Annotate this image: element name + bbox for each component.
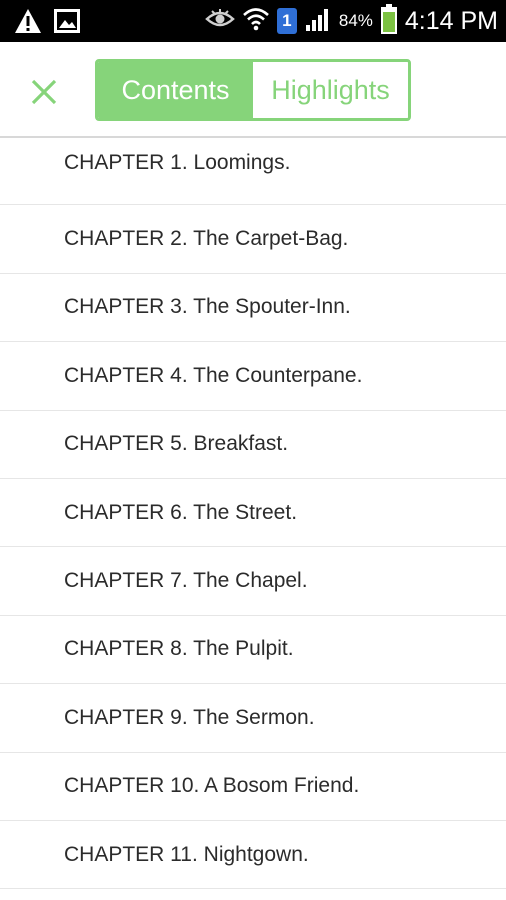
tab-highlights[interactable]: Highlights: [253, 62, 408, 118]
chapter-label: CHAPTER 10. A Bosom Friend.: [64, 774, 360, 798]
chapter-item[interactable]: CHAPTER 1. Loomings.: [0, 137, 506, 206]
chapter-label: CHAPTER 2. The Carpet-Bag.: [64, 227, 349, 251]
toc-header: Contents Highlights: [0, 42, 506, 138]
chapter-label: CHAPTER 7. The Chapel.: [64, 569, 308, 593]
warning-icon: [14, 8, 42, 38]
chapter-label: CHAPTER 11. Nightgown.: [64, 842, 309, 866]
chapter-label: CHAPTER 3. The Spouter-Inn.: [64, 295, 351, 319]
chapter-label: CHAPTER 1. Loomings.: [64, 150, 291, 174]
chapter-item[interactable]: CHAPTER 10. A Bosom Friend.: [0, 753, 506, 821]
eye-icon: [205, 9, 235, 33]
signal-icon: [305, 6, 331, 36]
close-icon: [31, 79, 57, 105]
clock: 4:14 PM: [404, 6, 498, 35]
tab-switcher: Contents Highlights: [95, 59, 411, 121]
chapter-item[interactable]: CHAPTER 6. The Street.: [0, 479, 506, 548]
chapter-item[interactable]: CHAPTER 8. The Pulpit.: [0, 616, 506, 685]
notification-badge: 1: [276, 8, 297, 34]
battery-icon: [380, 4, 397, 38]
chapter-label: CHAPTER 6. The Street.: [64, 500, 298, 524]
chapter-label: CHAPTER 9. The Sermon.: [64, 705, 315, 729]
image-icon: [54, 9, 80, 37]
close-button[interactable]: [24, 72, 64, 112]
chapter-list: CHAPTER 1. Loomings. CHAPTER 2. The Carp…: [0, 137, 506, 890]
chapter-label: CHAPTER 8. The Pulpit.: [64, 637, 294, 661]
chapter-label: CHAPTER 4. The Counterpane.: [64, 363, 363, 387]
status-bar: 1 84% 4:14 PM: [0, 0, 506, 42]
chapter-item[interactable]: CHAPTER 5. Breakfast.: [0, 411, 506, 479]
wifi-icon: [242, 7, 269, 35]
chapter-item[interactable]: CHAPTER 3. The Spouter-Inn.: [0, 274, 506, 343]
chapter-item[interactable]: CHAPTER 7. The Chapel.: [0, 547, 506, 616]
chapter-item[interactable]: CHAPTER 9. The Sermon.: [0, 684, 506, 753]
chapter-item[interactable]: CHAPTER 4. The Counterpane.: [0, 342, 506, 411]
tab-contents[interactable]: Contents: [98, 62, 253, 118]
battery-percent: 84%: [338, 11, 373, 30]
chapter-label: CHAPTER 5. Breakfast.: [64, 432, 289, 456]
chapter-item[interactable]: CHAPTER 11. Nightgown.: [0, 821, 506, 890]
chapter-item[interactable]: CHAPTER 2. The Carpet-Bag.: [0, 205, 506, 274]
